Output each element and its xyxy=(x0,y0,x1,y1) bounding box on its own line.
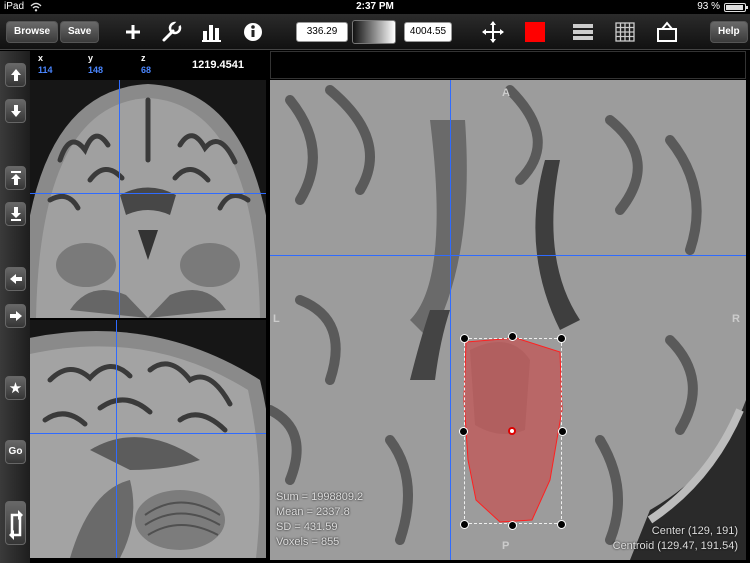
clock: 2:37 PM xyxy=(356,1,394,12)
coronal-slice-image xyxy=(30,80,266,318)
voxel-intensity: 1219.4541 xyxy=(192,59,244,71)
x-label: x xyxy=(38,53,44,63)
roi-handle-bottom-left[interactable] xyxy=(460,520,469,529)
bar-chart-icon[interactable] xyxy=(199,19,225,45)
z-value: 68 xyxy=(141,65,152,75)
sagittal-slice-image xyxy=(30,320,266,558)
coordinate-readout: x y z 114 148 68 1219.4541 xyxy=(30,51,268,79)
x-value: 114 xyxy=(38,65,53,75)
crosshair-horizontal xyxy=(270,255,746,256)
star-icon: ★ xyxy=(8,380,23,397)
battery-percent: 93 % xyxy=(697,1,720,12)
crosshair-vertical xyxy=(450,80,451,560)
roi-mean: Mean = 2337.8 xyxy=(276,506,350,518)
plus-icon[interactable] xyxy=(120,19,146,45)
z-label: z xyxy=(141,53,146,63)
crosshair-vertical xyxy=(116,320,117,558)
help-button[interactable]: Help xyxy=(710,21,748,43)
swap-arrows-icon xyxy=(9,510,23,540)
go-button[interactable]: Go xyxy=(5,440,26,464)
window-min-input[interactable]: 336.29 xyxy=(296,22,348,42)
crosshair-horizontal xyxy=(30,193,266,194)
roi-handle-top-left[interactable] xyxy=(460,334,469,343)
crosshair-horizontal xyxy=(30,433,266,434)
swap-views-button[interactable] xyxy=(5,501,26,545)
roi-handle-left[interactable] xyxy=(459,427,468,436)
battery-icon xyxy=(724,3,748,12)
move-arrows-icon[interactable] xyxy=(480,19,506,45)
arrow-left-icon xyxy=(10,274,22,284)
orientation-posterior: P xyxy=(502,540,510,552)
toolbar: Browse Save 336.29 4004.55 Help xyxy=(0,14,750,50)
roi-handle-bottom-right[interactable] xyxy=(557,520,566,529)
orientation-anterior: A xyxy=(502,87,510,99)
roi-handle-bottom[interactable] xyxy=(508,521,517,530)
arrow-up-bar-icon xyxy=(11,171,21,185)
roi-position: Center (129, 191) Centroid (129.47, 191.… xyxy=(613,524,738,554)
roi-statistics: Sum = 1998809.2 Mean = 2337.8 SD = 431.5… xyxy=(276,490,363,550)
roi-center-marker[interactable] xyxy=(508,427,516,435)
slice-down-button[interactable] xyxy=(5,99,26,123)
slice-up-button[interactable] xyxy=(5,63,26,87)
info-icon[interactable] xyxy=(240,19,266,45)
browse-button[interactable]: Browse xyxy=(6,21,59,43)
crosshair-vertical xyxy=(119,80,120,318)
jump-top-button[interactable] xyxy=(5,166,26,190)
roi-centroid-label: Centroid (129.47, 191.54) xyxy=(612,540,738,552)
navigation-sidebar: ★ Go xyxy=(0,51,30,563)
wrench-icon[interactable] xyxy=(158,19,184,45)
roi-sd: SD = 431.59 xyxy=(276,521,338,533)
export-icon[interactable] xyxy=(654,19,680,45)
layers-icon[interactable] xyxy=(570,19,596,45)
arrow-up-icon xyxy=(11,69,21,81)
bookmark-button[interactable]: ★ xyxy=(5,376,26,400)
arrow-right-icon xyxy=(10,311,22,321)
orientation-left: L xyxy=(273,313,280,325)
roi-color-swatch[interactable] xyxy=(525,22,545,42)
jump-bottom-button[interactable] xyxy=(5,202,26,226)
y-value: 148 xyxy=(88,65,104,75)
roi-handle-right[interactable] xyxy=(558,427,567,436)
orientation-right: R xyxy=(732,313,740,325)
roi-center-label: Center (129, 191) xyxy=(651,525,738,537)
sagittal-view[interactable] xyxy=(30,320,266,558)
roi-handle-top-right[interactable] xyxy=(557,334,566,343)
y-label: y xyxy=(88,53,94,63)
window-max-input[interactable]: 4004.55 xyxy=(404,22,452,42)
slice-right-button[interactable] xyxy=(5,304,26,328)
info-bar xyxy=(270,51,746,79)
save-button[interactable]: Save xyxy=(60,21,100,43)
grayscale-gradient[interactable] xyxy=(352,20,396,44)
arrow-down-bar-icon xyxy=(11,207,21,221)
roi-sum: Sum = 1998809.2 xyxy=(276,491,364,503)
roi-voxels: Voxels = 855 xyxy=(276,536,340,548)
go-label: Go xyxy=(8,446,23,457)
status-bar: iPad 2:37 PM 93 % xyxy=(0,0,750,14)
arrow-down-icon xyxy=(11,105,21,117)
slice-left-button[interactable] xyxy=(5,267,26,291)
roi-handle-top[interactable] xyxy=(508,332,517,341)
grid-icon[interactable] xyxy=(612,19,638,45)
coronal-view[interactable] xyxy=(30,80,266,318)
